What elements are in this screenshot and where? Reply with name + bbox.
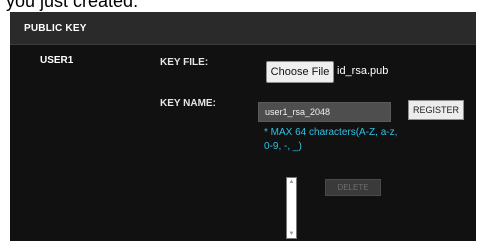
key-file-label: KEY FILE: [160,57,209,68]
register-button[interactable]: REGISTER [408,100,464,120]
public-key-panel: PUBLIC KEY USER1 KEY FILE: Choose File i… [10,12,476,241]
key-list[interactable]: ▲ ▼ [286,177,297,239]
scroll-down-icon[interactable]: ▼ [287,231,296,237]
choose-file-button[interactable]: Choose File [266,61,334,83]
page-caption: you just created. [6,0,139,11]
user-label: USER1 [40,55,74,66]
panel-header: PUBLIC KEY [10,12,476,45]
selected-file-name: id_rsa.pub [337,65,389,77]
key-name-label: KEY NAME: [160,98,216,109]
key-name-input[interactable]: user1_rsa_2048 [258,102,391,122]
key-name-hint: * MAX 64 characters(A-Z, a-z, 0-9, -, _) [264,127,398,152]
panel-title: PUBLIC KEY [24,23,87,34]
delete-button[interactable]: DELETE [325,179,381,196]
scroll-up-icon[interactable]: ▲ [287,179,296,185]
